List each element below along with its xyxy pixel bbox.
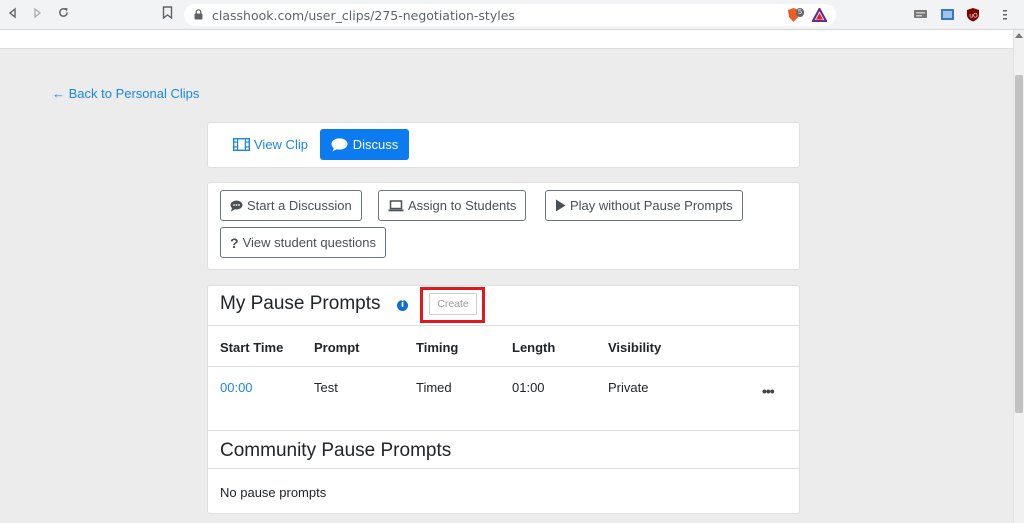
film-icon: [233, 138, 250, 151]
highlight-box: [420, 287, 485, 323]
laptop-icon: [388, 199, 404, 211]
tab-discuss-label: Discuss: [352, 137, 399, 152]
view-student-questions-button[interactable]: ? View student questions: [220, 227, 387, 258]
info-icon[interactable]: i: [397, 300, 408, 311]
tab-discuss[interactable]: Discuss: [320, 129, 409, 160]
brave-rewards-icon[interactable]: [811, 6, 828, 23]
column-header-length: Length: [512, 340, 556, 355]
row-visibility: Private: [608, 380, 649, 395]
start-discussion-button[interactable]: Start a Discussion: [220, 190, 362, 221]
divider: [207, 430, 800, 431]
reload-icon[interactable]: [54, 6, 72, 24]
extension-icon-1[interactable]: [913, 7, 928, 22]
extension-icon-2[interactable]: [940, 7, 955, 22]
my-pause-prompts-title: My Pause Prompts: [220, 293, 381, 314]
divider: [207, 468, 800, 469]
question-mark-icon: ?: [230, 234, 239, 251]
assign-to-students-button[interactable]: Assign to Students: [378, 190, 527, 221]
row-start-time-link[interactable]: 00:00: [220, 380, 253, 395]
play-icon: [556, 199, 566, 212]
view-student-questions-label: View student questions: [242, 235, 377, 250]
start-discussion-label: Start a Discussion: [247, 198, 352, 213]
row-length: 01:00: [512, 380, 545, 395]
scroll-up-arrow[interactable]: [1015, 33, 1023, 38]
community-pause-prompts-title: Community Pause Prompts: [220, 440, 452, 461]
url-text: classhook.com/user_clips/275-negotiation…: [212, 8, 515, 23]
back-icon[interactable]: [4, 6, 22, 24]
divider: [207, 366, 800, 367]
pause-prompts-card: [207, 285, 800, 514]
menu-icon[interactable]: [1000, 7, 1015, 22]
column-header-timing: Timing: [416, 340, 459, 355]
site-header: [0, 30, 1013, 49]
tab-view-clip-label: View Clip: [254, 137, 308, 152]
no-pause-prompts-text: No pause prompts: [220, 485, 327, 500]
comment-icon: [230, 200, 243, 211]
bookmark-icon[interactable]: [158, 6, 176, 24]
scrollbar-thumb[interactable]: [1015, 75, 1023, 413]
ublock-icon[interactable]: uO: [966, 7, 981, 22]
row-more-options-icon[interactable]: •••: [762, 383, 775, 399]
brave-badge: 5: [796, 8, 804, 17]
speech-bubble-icon: [331, 137, 348, 151]
row-timing: Timed: [416, 380, 452, 395]
assign-to-students-label: Assign to Students: [408, 198, 517, 213]
tab-view-clip[interactable]: View Clip: [233, 137, 308, 152]
browser-toolbar: classhook.com/user_clips/275-negotiation…: [0, 0, 1024, 30]
forward-icon[interactable]: [28, 6, 46, 24]
column-header-visibility: Visibility: [608, 340, 662, 355]
divider: [207, 325, 800, 326]
play-without-pause-prompts-button[interactable]: Play without Pause Prompts: [545, 190, 743, 221]
column-header-start-time: Start Time: [220, 340, 284, 355]
address-bar[interactable]: classhook.com/user_clips/275-negotiation…: [184, 4, 836, 26]
row-prompt: Test: [314, 380, 338, 395]
lock-icon: [194, 9, 203, 20]
svg-text:uO: uO: [969, 13, 978, 20]
play-without-pause-prompts-label: Play without Pause Prompts: [570, 198, 733, 213]
back-to-personal-clips-link[interactable]: ← Back to Personal Clips: [52, 86, 199, 101]
column-header-prompt: Prompt: [314, 340, 360, 355]
